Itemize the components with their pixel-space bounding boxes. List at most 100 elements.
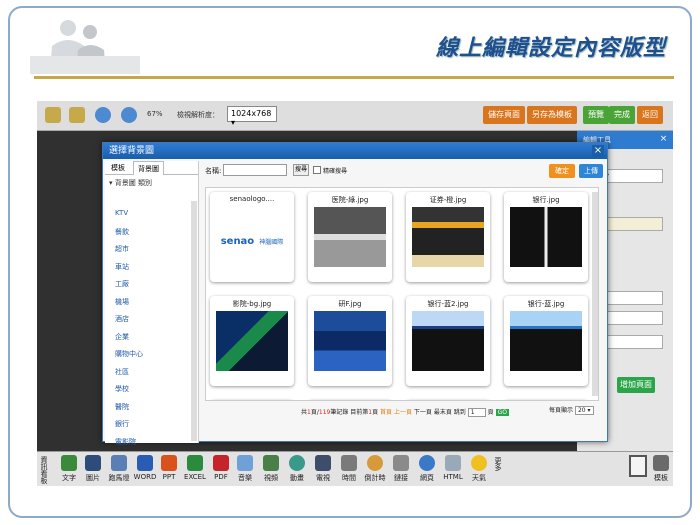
category-item[interactable]: 餐飲 (115, 227, 129, 237)
per-page-select[interactable]: 20 ▾ (574, 406, 594, 415)
resolution-select[interactable]: 1024x768 ▾ (227, 106, 277, 127)
tool-text[interactable]: 文字 (57, 455, 81, 483)
category-heading[interactable]: ▾ 背景圖 類別 (105, 175, 198, 191)
tool-video[interactable]: 視頻 (259, 455, 283, 483)
lock-icon[interactable] (45, 107, 61, 123)
upload-button[interactable]: 上傳 (579, 164, 603, 178)
thumbnail-card[interactable]: 研F.jpg (308, 296, 392, 386)
tool-time[interactable]: 時間 (337, 455, 361, 483)
thumbnail-card[interactable]: senaologo.... senao 神腦國際 (210, 192, 294, 282)
per-page-control: 每頁顯示 20 ▾ (549, 405, 594, 415)
category-item[interactable]: 車站 (115, 262, 129, 272)
category-item[interactable]: KTV (115, 209, 128, 217)
done-button[interactable]: 完成 (609, 106, 635, 124)
tool-animation[interactable]: 動畫 (285, 455, 309, 483)
category-item[interactable]: 酒店 (115, 314, 129, 324)
category-item[interactable]: 購物中心 (115, 349, 143, 359)
category-item[interactable]: 學校 (115, 384, 129, 394)
logo-text: senao (220, 236, 255, 247)
search-input[interactable] (223, 164, 287, 176)
pagination: 共1頁/119筆記錄 目前第1頁 首頁 上一頁 下一頁 最末頁 跳到 1 頁 G… (301, 407, 509, 417)
pager-jump-suffix: 頁 (487, 409, 494, 416)
tool-word[interactable]: WORD (133, 455, 157, 481)
back-button[interactable]: 返回 (637, 106, 663, 124)
tool-template[interactable]: 模板 (651, 455, 671, 483)
slide-frame: 線上編輯設定內容版型 67% 檢視解析度： 1024x768 ▾ 儲存頁面 另存… (8, 6, 692, 518)
thumbnail-label: 影院-bg.jpg (232, 300, 272, 308)
tool-more[interactable]: 更多 (493, 455, 507, 471)
tool-music[interactable]: 音樂 (233, 455, 257, 483)
tool-pdf[interactable]: PDF (209, 455, 233, 481)
logo-subtext: 神腦國際 (259, 239, 284, 246)
thumbnail-card[interactable]: 银行-蓝2.jpg (406, 296, 490, 386)
thumbnail-label: 证券-橙.jpg (429, 196, 467, 204)
pager-jump-input[interactable]: 1 (467, 408, 486, 417)
tool-excel[interactable]: EXCEL (183, 455, 207, 481)
dialog-title: 選擇背景圖 (109, 146, 155, 156)
tool-ppt[interactable]: PPT (157, 455, 181, 481)
category-item[interactable]: 銀行 (115, 419, 129, 429)
thumbnail-card[interactable]: 银行.jpg (504, 192, 588, 282)
tool-weather[interactable]: 天氣 (467, 455, 491, 483)
thumbnail-card[interactable]: 医院-綠.jpg (308, 192, 392, 282)
thumbnail-card[interactable]: 证券-橙.jpg (406, 192, 490, 282)
animation-icon (289, 455, 305, 471)
go-button[interactable]: GO (495, 409, 509, 416)
tool-countdown[interactable]: 倒計時 (363, 455, 387, 483)
pager-last-link[interactable]: 最末頁 (434, 409, 452, 416)
tool-link[interactable]: 鏈接 (389, 455, 413, 483)
category-item[interactable]: 機場 (115, 297, 129, 307)
zoom-out-icon[interactable] (121, 107, 137, 123)
ok-button[interactable]: 確定 (549, 164, 575, 178)
thumbnail-image (510, 311, 582, 371)
add-page-button[interactable]: 增加頁面 (617, 377, 655, 393)
thumbnail-card[interactable]: 银行-蓝.jpg (504, 296, 588, 386)
thumbnail-panel: 名稱: 搜尋 精確搜尋 確定 上傳 senaologo.... senao 神腦國… (201, 161, 605, 443)
thumbnail-card[interactable]: 银行-白.jpg (406, 400, 490, 401)
category-item[interactable]: 企業 (115, 332, 129, 342)
tab-templates[interactable]: 模板 (107, 161, 129, 175)
thumbnail-card[interactable]: 酒店-金3.jpg (504, 400, 588, 401)
category-item[interactable]: 工廠 (115, 279, 129, 289)
thumbnail-card[interactable]: 银行-綠3.jpg (210, 400, 294, 401)
unlock-icon[interactable] (69, 107, 85, 123)
background-picker-dialog: 選擇背景圖 × 模板 背景圖 ▾ 背景圖 類別 KTV 餐飲超市車站工廠機場酒店企… (102, 142, 608, 446)
template-panel[interactable] (627, 455, 649, 477)
zoom-in-icon[interactable] (95, 107, 111, 123)
thumbnail-scrollbar[interactable] (592, 192, 598, 396)
pager-jump-label: 跳到 (453, 409, 466, 416)
bottom-toolbar: 資訊看板 文字 圖片 跑馬燈 WORD PPT EXCEL PDF 音樂 視頻 … (37, 451, 673, 486)
category-item[interactable]: 社區 (115, 367, 129, 377)
pager-first-link[interactable]: 首頁 (380, 409, 392, 416)
thumbnail-card[interactable]: 影院-bg.jpg (210, 296, 294, 386)
thumbnail-card[interactable]: 银行-綠.jpg (308, 400, 392, 401)
tab-backgrounds[interactable]: 背景圖 (133, 161, 164, 175)
thumbnail-image (412, 207, 484, 267)
tool-html[interactable]: HTML (441, 455, 465, 481)
close-icon[interactable]: × (658, 134, 669, 145)
tool-image[interactable]: 圖片 (81, 455, 105, 483)
exact-search-checkbox[interactable] (313, 166, 321, 174)
category-scrollbar[interactable] (191, 201, 197, 441)
pager-prev-link[interactable]: 上一頁 (394, 409, 412, 416)
search-button[interactable]: 搜尋 (293, 164, 309, 176)
category-item[interactable]: 醫院 (115, 402, 129, 412)
per-page-value: 20 (577, 407, 586, 414)
tool-webpage[interactable]: 網頁 (415, 455, 439, 483)
category-panel: 模板 背景圖 ▾ 背景圖 類別 KTV 餐飲超市車站工廠機場酒店企業購物中心社區學… (105, 161, 199, 446)
category-item[interactable]: 電影院 (115, 437, 136, 447)
preview-button[interactable]: 預覽 (583, 106, 609, 124)
tool-marquee[interactable]: 跑馬燈 (107, 455, 131, 483)
pdf-icon (213, 455, 229, 471)
close-icon[interactable]: × (592, 145, 604, 157)
thumbnail-image (412, 311, 484, 371)
pager-total: 119 (318, 409, 331, 416)
save-as-template-button[interactable]: 另存為模板 (527, 106, 577, 124)
category-item[interactable]: 超市 (115, 244, 129, 254)
tool-tv[interactable]: 電視 (311, 455, 335, 483)
pager-next-link[interactable]: 下一頁 (414, 409, 432, 416)
thumbnail-label: 医院-綠.jpg (331, 196, 369, 204)
save-page-button[interactable]: 儲存頁面 (483, 106, 525, 124)
search-label: 名稱: (205, 167, 222, 175)
template-icon (653, 455, 669, 471)
